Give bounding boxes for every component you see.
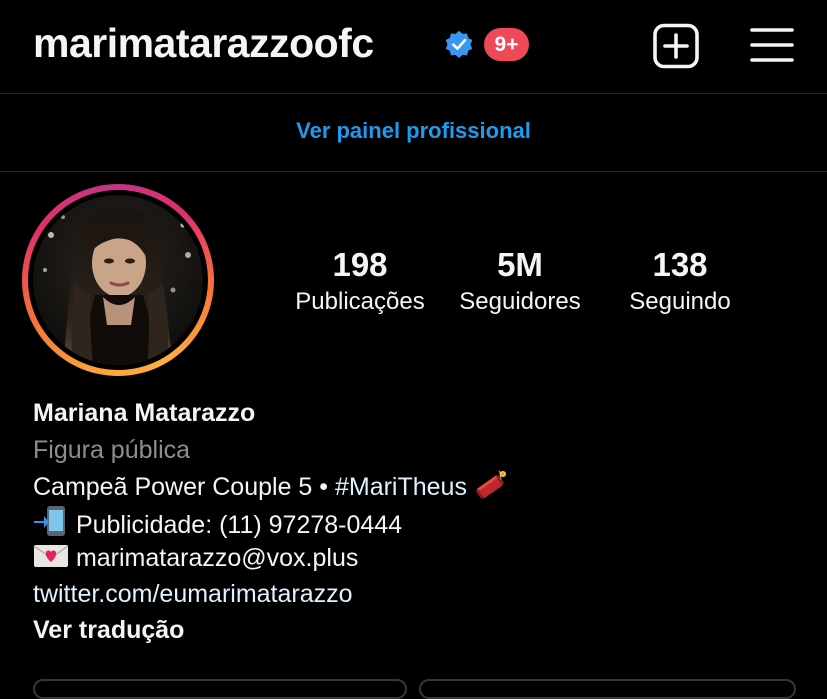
bio-line-2: Publicidade: (11) 97278-0444 bbox=[33, 505, 402, 546]
bio-line-3: marimatarazzo@vox.plus bbox=[33, 541, 358, 579]
edit-profile-button[interactable] bbox=[33, 679, 407, 699]
avatar-photo bbox=[33, 195, 203, 365]
avatar-story-ring[interactable] bbox=[22, 184, 214, 376]
following-count: 138 bbox=[652, 246, 708, 283]
bio-advertising-text: Publicidade: (11) 97278-0444 bbox=[75, 511, 403, 539]
hashtag-link[interactable]: #MariTheus bbox=[335, 473, 467, 501]
profile-full-name: Mariana Matarazzo bbox=[33, 399, 256, 427]
love-letter-icon bbox=[33, 542, 69, 579]
posts-label: Publicações bbox=[295, 288, 425, 315]
top-bar: marimatarazzoofc 9+ bbox=[0, 0, 827, 94]
bio-website-link[interactable]: twitter.com/eumarimatarazzo bbox=[33, 577, 353, 611]
firecracker-icon bbox=[474, 469, 508, 508]
followers-stat[interactable]: 5M Seguidores bbox=[435, 246, 605, 320]
menu-icon[interactable] bbox=[750, 26, 794, 64]
posts-stat[interactable]: 198 Publicações bbox=[275, 246, 445, 320]
professional-dashboard-row: Ver painel profissional bbox=[0, 94, 827, 172]
share-profile-button[interactable] bbox=[419, 679, 796, 699]
followers-label: Seguidores bbox=[459, 288, 581, 315]
avatar[interactable] bbox=[33, 195, 203, 365]
see-translation-button[interactable]: Ver tradução bbox=[33, 613, 184, 647]
following-stat[interactable]: 138 Seguindo bbox=[595, 246, 765, 320]
posts-count: 198 bbox=[332, 246, 388, 283]
bio-line-1-text: Campeã Power Couple 5 • bbox=[33, 473, 335, 501]
professional-dashboard-link[interactable]: Ver painel profissional bbox=[296, 118, 531, 144]
mobile-phone-icon bbox=[33, 505, 69, 546]
new-post-icon[interactable] bbox=[652, 23, 700, 69]
bio-line-1: Campeã Power Couple 5 • #MariTheus bbox=[33, 469, 508, 508]
verified-badge-icon bbox=[445, 30, 473, 59]
profile-category: Figura pública bbox=[33, 436, 191, 464]
profile-username[interactable]: marimatarazzoofc bbox=[33, 20, 374, 67]
bio-email-text[interactable]: marimatarazzo@vox.plus bbox=[76, 544, 358, 572]
followers-count: 5M bbox=[497, 246, 543, 283]
following-label: Seguindo bbox=[629, 288, 731, 315]
notification-badge[interactable]: 9+ bbox=[484, 28, 529, 61]
